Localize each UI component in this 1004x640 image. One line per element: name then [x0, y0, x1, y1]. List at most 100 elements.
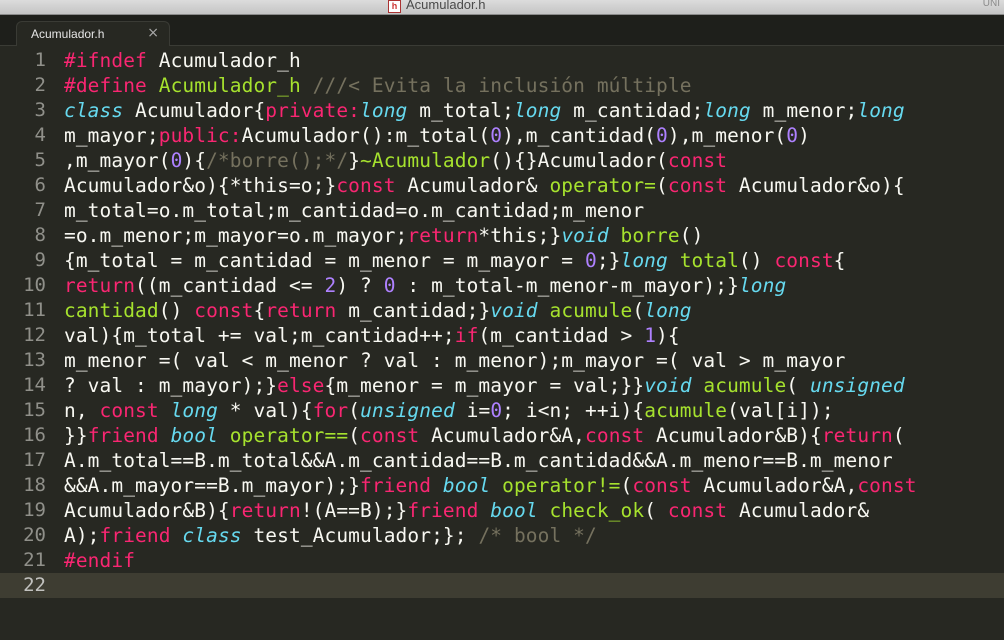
code-token: bool — [170, 424, 218, 447]
code-token: m_total=o.m_total;m_cantidad=o.m_cantida… — [64, 199, 645, 222]
code-token: unsigned — [809, 374, 905, 397]
code-token: m_total; — [407, 99, 514, 122]
code-text: n, const long * val){for(unsigned i=0; i… — [64, 398, 834, 423]
code-token: : m_total-m_menor-m_mayor);} — [395, 274, 739, 297]
code-token: * val){ — [217, 399, 313, 422]
code-line[interactable]: 21 #endif — [0, 548, 1004, 573]
code-line[interactable]: 3 class Acumulador{private:long m_total;l… — [0, 98, 1004, 123]
code-token: m_menor; — [750, 99, 858, 122]
code-line[interactable]: 4 m_mayor;public:Acumulador():m_total(0),… — [0, 123, 1004, 148]
code-token: bool — [490, 499, 538, 522]
code-token: const — [774, 249, 834, 272]
window-titlebar: h Acumulador.h UNI — [0, 0, 1004, 15]
code-text: ? val : m_mayor);}else{m_menor = m_mayor… — [64, 373, 905, 398]
close-icon[interactable]: × — [147, 25, 159, 41]
code-token: const — [360, 424, 420, 447]
code-token: () — [738, 249, 775, 272]
code-token: {m_total = m_cantidad = m_menor = m_mayo… — [64, 249, 585, 272]
code-text: A);friend class test_Acumulador;}; /* bo… — [64, 523, 597, 548]
code-token: ( — [620, 474, 633, 497]
code-line[interactable]: 8 =o.m_menor;m_mayor=o.m_mayor;return*thi… — [0, 223, 1004, 248]
line-number: 14 — [23, 374, 46, 396]
line-number: 21 — [23, 549, 46, 571]
code-token: 0 — [490, 399, 503, 422]
line-number: 1 — [34, 49, 46, 71]
code-token: 1 — [644, 324, 657, 347]
code-token: ( — [348, 399, 361, 422]
code-line[interactable]: 5 ,m_mayor(0){/*borre();*/}~Acumulador(){… — [0, 148, 1004, 173]
code-token: ;} — [596, 249, 621, 272]
code-token: #define — [64, 74, 147, 97]
code-line[interactable]: 7 m_total=o.m_total;m_cantidad=o.m_cantid… — [0, 198, 1004, 223]
code-token: /* bool */ — [478, 524, 597, 547]
code-token: Acumulador_h — [158, 74, 301, 97]
code-line[interactable]: 17 A.m_total==B.m_total&&A.m_cantidad==B.… — [0, 448, 1004, 473]
code-token: ( — [644, 499, 668, 522]
code-token: (m_cantidad > — [478, 324, 645, 347]
code-token: class — [182, 524, 242, 547]
code-token: #endif — [64, 549, 136, 572]
code-token: ; i<n; ++i){ — [502, 399, 645, 422]
code-token: {m_menor = m_mayor = val;}} — [324, 374, 645, 397]
code-token: ( — [632, 299, 645, 322]
line-number: 10 — [23, 274, 46, 296]
code-token: cantidad — [64, 299, 159, 322]
code-token: borre — [620, 224, 680, 247]
code-line[interactable]: 1 #ifndef Acumulador_h — [0, 48, 1004, 73]
code-token: 0 — [584, 249, 597, 272]
code-token: /*borre();*/ — [206, 149, 349, 172]
code-line[interactable]: 22 — [0, 573, 1004, 598]
code-token: ){ — [182, 149, 207, 172]
code-token: ( — [348, 424, 361, 447]
code-line[interactable]: 10 return((m_cantidad <= 2) ? 0 : m_total… — [0, 273, 1004, 298]
code-token: } — [348, 149, 361, 172]
code-token: ~Acumulador — [360, 149, 491, 172]
code-token: friend — [99, 524, 171, 547]
code-line[interactable]: 16}}friend bool operator==(const Acumula… — [0, 423, 1004, 448]
code-token: const — [194, 299, 254, 322]
code-token: Acumulador& — [395, 174, 550, 197]
code-token: acumule — [644, 399, 728, 422]
tab-bar: Acumulador.h × — [0, 15, 1004, 47]
code-editor[interactable]: 1 #ifndef Acumulador_h 2 #define Acumulador… — [0, 46, 1004, 640]
code-text: #define Acumulador_h ///< Evita la inclu… — [64, 73, 692, 98]
code-token: 0 — [656, 124, 668, 147]
code-line[interactable]: 9 {m_total = m_cantidad = m_menor = m_may… — [0, 248, 1004, 273]
code-line[interactable]: 19 Acumulador&B){return!(A==B);}friend bo… — [0, 498, 1004, 523]
code-text: =o.m_menor;m_mayor=o.m_mayor;return*this… — [64, 223, 703, 248]
code-line[interactable]: 13 m_menor =( val < m_menor ? val : m_men… — [0, 348, 1004, 373]
code-line[interactable]: 6 Acumulador&o){*this=o;}const Acumulador… — [0, 173, 1004, 198]
code-token: long — [738, 274, 787, 297]
code-line[interactable]: 12 val){m_total += val;m_cantidad++;if(m_… — [0, 323, 1004, 348]
line-number: 17 — [23, 449, 46, 471]
code-token: public: — [158, 124, 242, 147]
code-token: total — [679, 249, 739, 272]
code-line[interactable]: 18 &&A.m_mayor==B.m_mayor);}friend bool o… — [0, 473, 1004, 498]
code-token: Acumulador&B){ — [64, 499, 230, 522]
code-line[interactable]: 20 A);friend class test_Acumulador;}; /* … — [0, 523, 1004, 548]
tab-acumulador-h[interactable]: Acumulador.h × — [16, 21, 170, 47]
code-text: {m_total = m_cantidad = m_menor = m_mayo… — [64, 248, 846, 273]
code-token: () — [679, 224, 704, 247]
code-line[interactable]: 15 n, const long * val){for(unsigned i=0;… — [0, 398, 1004, 423]
code-token: ( — [786, 374, 810, 397]
line-number: 2 — [34, 74, 46, 96]
code-line[interactable]: 14 ? val : m_mayor);}else{m_menor = m_may… — [0, 373, 1004, 398]
tab-label: Acumulador.h — [31, 27, 105, 41]
code-token: const — [336, 174, 396, 197]
code-token: 0 — [170, 149, 183, 172]
code-token: Acumulador&A, — [419, 424, 586, 447]
code-token: long — [644, 299, 692, 322]
code-token: &&A.m_mayor==B.m_mayor);} — [64, 474, 360, 497]
code-token: long — [620, 249, 668, 272]
code-token: const — [857, 474, 917, 497]
code-token: #ifndef — [64, 49, 147, 72]
code-line[interactable]: 2 #define Acumulador_h ///< Evita la incl… — [0, 73, 1004, 98]
window-title: Acumulador.h — [406, 0, 486, 12]
code-line[interactable]: 11 cantidad() const{return m_cantidad;}vo… — [0, 298, 1004, 323]
